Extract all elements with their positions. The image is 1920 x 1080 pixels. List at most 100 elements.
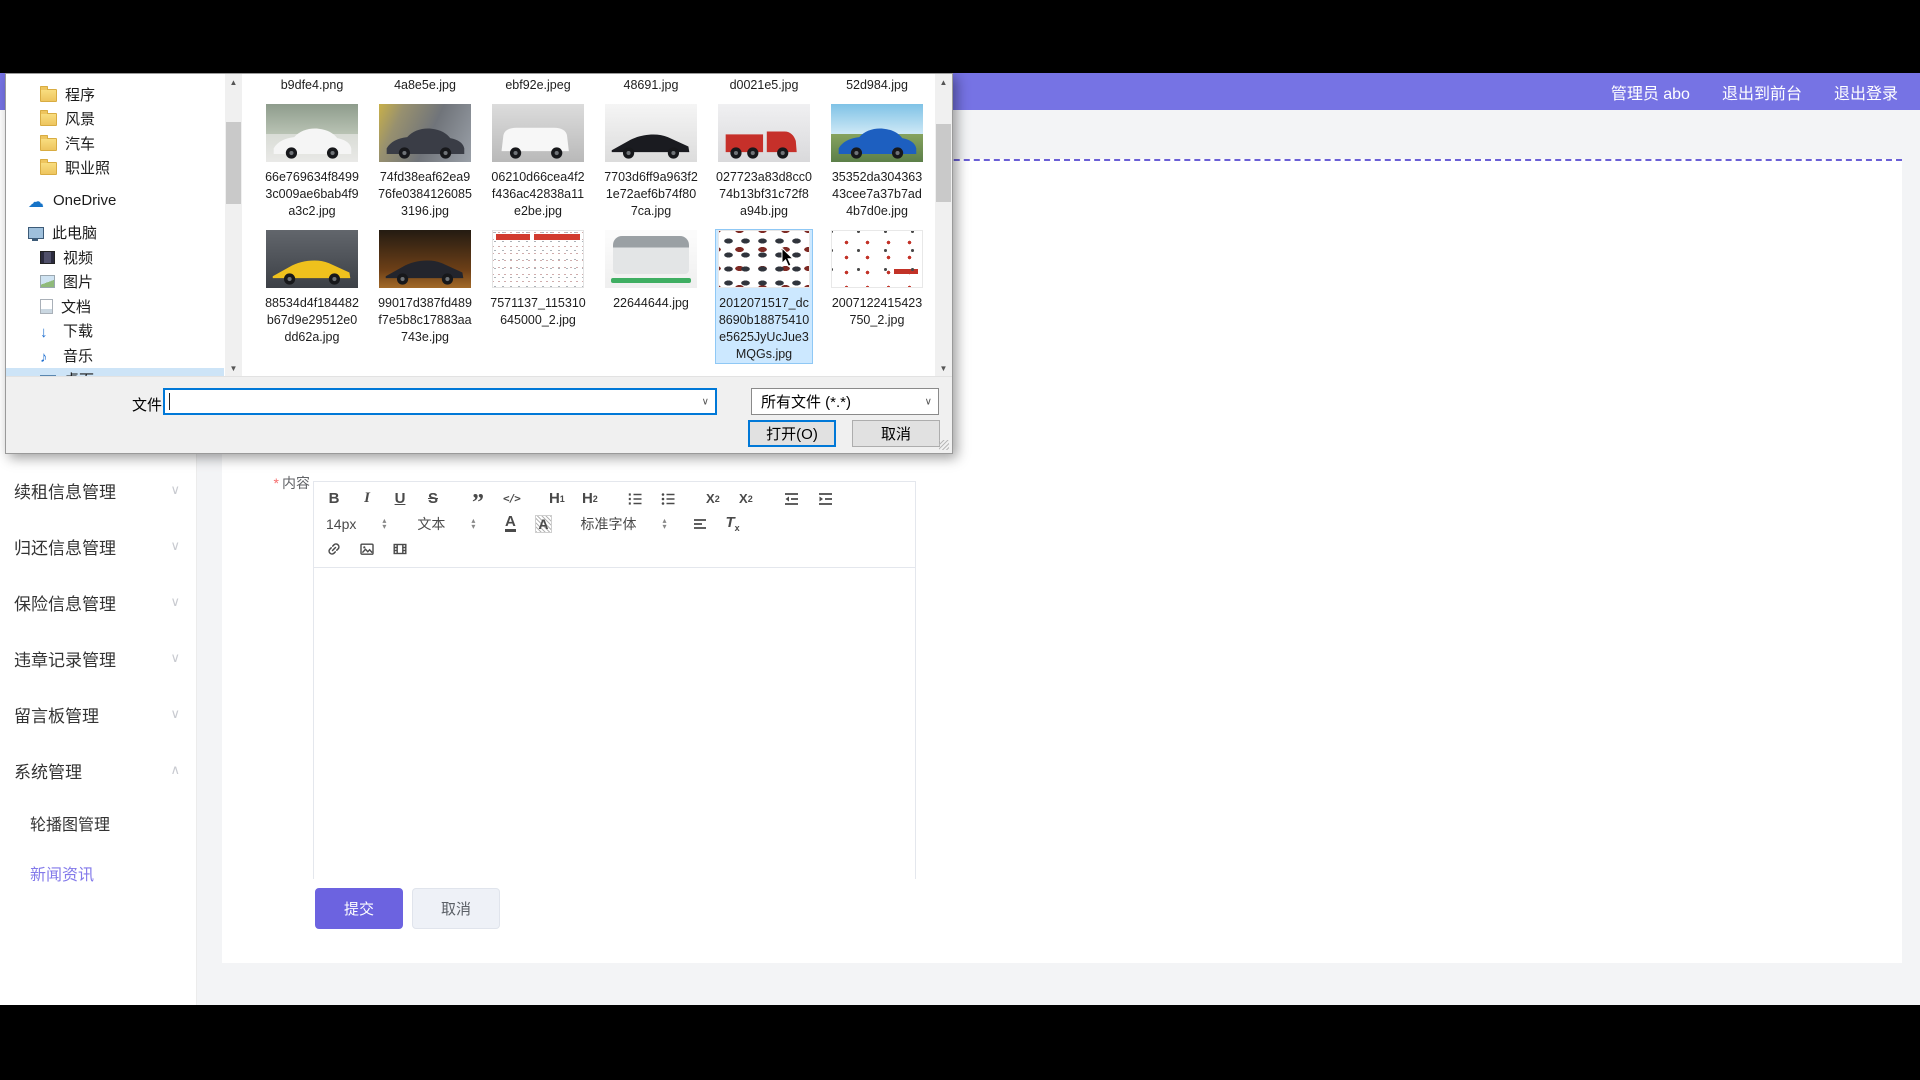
sidebar-item-5[interactable]: 留言板管理∨ (0, 686, 196, 742)
tree-item-label: 图片 (63, 271, 93, 292)
file-item[interactable]: 52d984.jpg (829, 77, 925, 94)
indent-button[interactable] (817, 491, 834, 507)
insert-link-button[interactable] (326, 541, 342, 557)
file-item[interactable]: 88534d4f184482b67d9e29512e0dd62a.jpg (264, 230, 360, 346)
underline-button[interactable]: U (392, 490, 408, 507)
file-thumbnail (266, 230, 358, 288)
sidebar-item-label: 轮播图管理 (30, 811, 110, 835)
filetype-select[interactable]: 所有文件 (*.*) ∨ (751, 388, 939, 415)
spinner-icon: ▴▾ (471, 518, 475, 530)
blockquote-button[interactable]: ” (470, 490, 486, 508)
tree-item-documents[interactable]: 文档 (6, 294, 224, 319)
sidebar-item-1[interactable]: 续租信息管理∨ (0, 462, 196, 518)
scroll-down-icon[interactable]: ▼ (225, 360, 242, 377)
text-color-button[interactable]: A (502, 515, 518, 532)
strikethrough-button[interactable]: S (425, 490, 441, 507)
tree-item-pictures[interactable]: 图片 (6, 270, 224, 295)
open-button[interactable]: 打开(O) (748, 420, 836, 447)
highlight-color-button[interactable]: A (535, 515, 551, 533)
tree-item-onedrive[interactable]: OneDrive (6, 188, 224, 213)
code-button[interactable]: </> (503, 492, 520, 505)
file-item[interactable]: ebf92e.jpeg (490, 77, 586, 94)
editor-content-area[interactable] (314, 568, 915, 880)
tree-item-label: 职业照 (65, 157, 110, 178)
exit-to-front-link[interactable]: 退出到前台 (1722, 80, 1802, 104)
file-thumbnail (492, 104, 584, 162)
sidebar-item-3[interactable]: 保险信息管理∨ (0, 574, 196, 630)
file-item[interactable]: 7571137_115310645000_2.jpg (490, 230, 586, 329)
file-thumbnail (831, 104, 923, 162)
ordered-list-button[interactable] (627, 491, 643, 507)
heading2-button[interactable]: H2 (582, 490, 598, 507)
unordered-list-button[interactable] (660, 491, 676, 507)
chevron-down-icon: ∨ (170, 650, 180, 666)
sidebar-item-label: 违章记录管理 (14, 646, 116, 671)
file-item[interactable]: 7703d6ff9a963f21e72aef6b74f807ca.jpg (603, 104, 699, 220)
file-thumbnail (831, 230, 923, 288)
tree-item-folder[interactable]: 程序 (6, 82, 224, 107)
cancel-button[interactable]: 取消 (412, 888, 500, 929)
insert-video-button[interactable] (392, 541, 408, 557)
clear-format-button[interactable]: Tx (725, 514, 741, 533)
sidebar-item-2[interactable]: 归还信息管理∨ (0, 518, 196, 574)
video-icon (40, 251, 55, 264)
pictures-icon (40, 275, 55, 288)
file-item[interactable]: 027723a83d8cc074b13bf31c72f8a94b.jpg (716, 104, 812, 220)
tree-item-label: 程序 (65, 84, 95, 105)
folder-icon (40, 89, 57, 102)
submit-button[interactable]: 提交 (315, 888, 403, 929)
file-list-scrollbar[interactable]: ▲ ▼ (935, 74, 952, 377)
tree-item-music[interactable]: 音乐 (6, 343, 224, 368)
font-size-select[interactable]: 14px▴▾ (326, 516, 386, 532)
sidebar-item-label: 新闻资讯 (30, 861, 94, 885)
file-item[interactable]: 2012071517_dc8690b18875410e5625JyUcJue3M… (716, 230, 812, 363)
bold-button[interactable]: B (326, 490, 342, 507)
paragraph-format-select[interactable]: 文本▴▾ (417, 514, 475, 534)
chevron-down-icon[interactable]: ∨ (702, 396, 709, 407)
logout-link[interactable]: 退出登录 (1834, 80, 1898, 104)
file-item[interactable]: 4a8e5e.jpg (377, 77, 473, 94)
file-item[interactable]: 99017d387fd489f7e5b8c17883aa743e.jpg (377, 230, 473, 346)
tree-item-video[interactable]: 视频 (6, 245, 224, 270)
superscript-button[interactable]: X2 (738, 491, 754, 506)
italic-button[interactable]: I (359, 490, 375, 507)
sidebar-item-4[interactable]: 违章记录管理 ∨ (0, 630, 196, 686)
tree-item-pc[interactable]: 此电脑 (6, 221, 224, 246)
file-item[interactable]: 66e769634f84993c009ae6bab4f9a3c2.jpg (264, 104, 360, 220)
dialog-cancel-button[interactable]: 取消 (852, 420, 940, 447)
font-family-select[interactable]: 标准字体▴▾ (581, 514, 667, 534)
file-item[interactable]: 06210d66cea4f2f436ac42838a11e2be.jpg (490, 104, 586, 220)
scroll-down-icon[interactable]: ▼ (935, 360, 952, 377)
file-name: 027723a83d8cc074b13bf31c72f8a94b.jpg (716, 169, 812, 220)
sidebar-item-7[interactable]: 轮播图管理 (0, 798, 196, 848)
file-name: 35352da30436343cee7a37b7ad4b7d0e.jpg (829, 169, 925, 220)
file-item[interactable]: 22644644.jpg (603, 230, 699, 312)
documents-icon (40, 299, 53, 314)
file-name: 2012071517_dc8690b18875410e5625JyUcJue3M… (716, 295, 812, 363)
filename-input[interactable]: ∨ (163, 388, 717, 415)
file-item[interactable]: b9dfe4.png (264, 77, 360, 94)
file-item[interactable]: 35352da30436343cee7a37b7ad4b7d0e.jpg (829, 104, 925, 220)
insert-image-button[interactable] (359, 541, 375, 557)
heading1-button[interactable]: H1 (549, 490, 565, 507)
mouse-cursor (781, 247, 795, 268)
file-item[interactable]: 2007122415423750_2.jpg (829, 230, 925, 329)
sidebar-item-6[interactable]: 系统管理∧ (0, 742, 196, 798)
scroll-up-icon[interactable]: ▲ (935, 74, 952, 91)
align-button[interactable] (692, 516, 708, 532)
tree-scrollbar[interactable]: ▲ ▼ (225, 74, 242, 377)
file-item[interactable]: 48691.jpg (603, 77, 699, 94)
subscript-button[interactable]: X2 (705, 491, 721, 506)
tree-item-folder[interactable]: 职业照 (6, 156, 224, 181)
tree-item-folder[interactable]: 风景 (6, 107, 224, 132)
sidebar-item-8[interactable]: 新闻资讯 (0, 848, 196, 898)
outdent-button[interactable] (783, 491, 800, 507)
scrollbar-thumb[interactable] (936, 124, 951, 202)
scrollbar-thumb[interactable] (226, 122, 241, 204)
scroll-up-icon[interactable]: ▲ (225, 74, 242, 91)
file-item[interactable]: 74fd38eaf62ea976fe03841260853196.jpg (377, 104, 473, 220)
text-caret (169, 393, 170, 410)
file-item[interactable]: d0021e5.jpg (716, 77, 812, 94)
tree-item-downloads[interactable]: 下载 (6, 319, 224, 344)
tree-item-folder[interactable]: 汽车 (6, 131, 224, 156)
